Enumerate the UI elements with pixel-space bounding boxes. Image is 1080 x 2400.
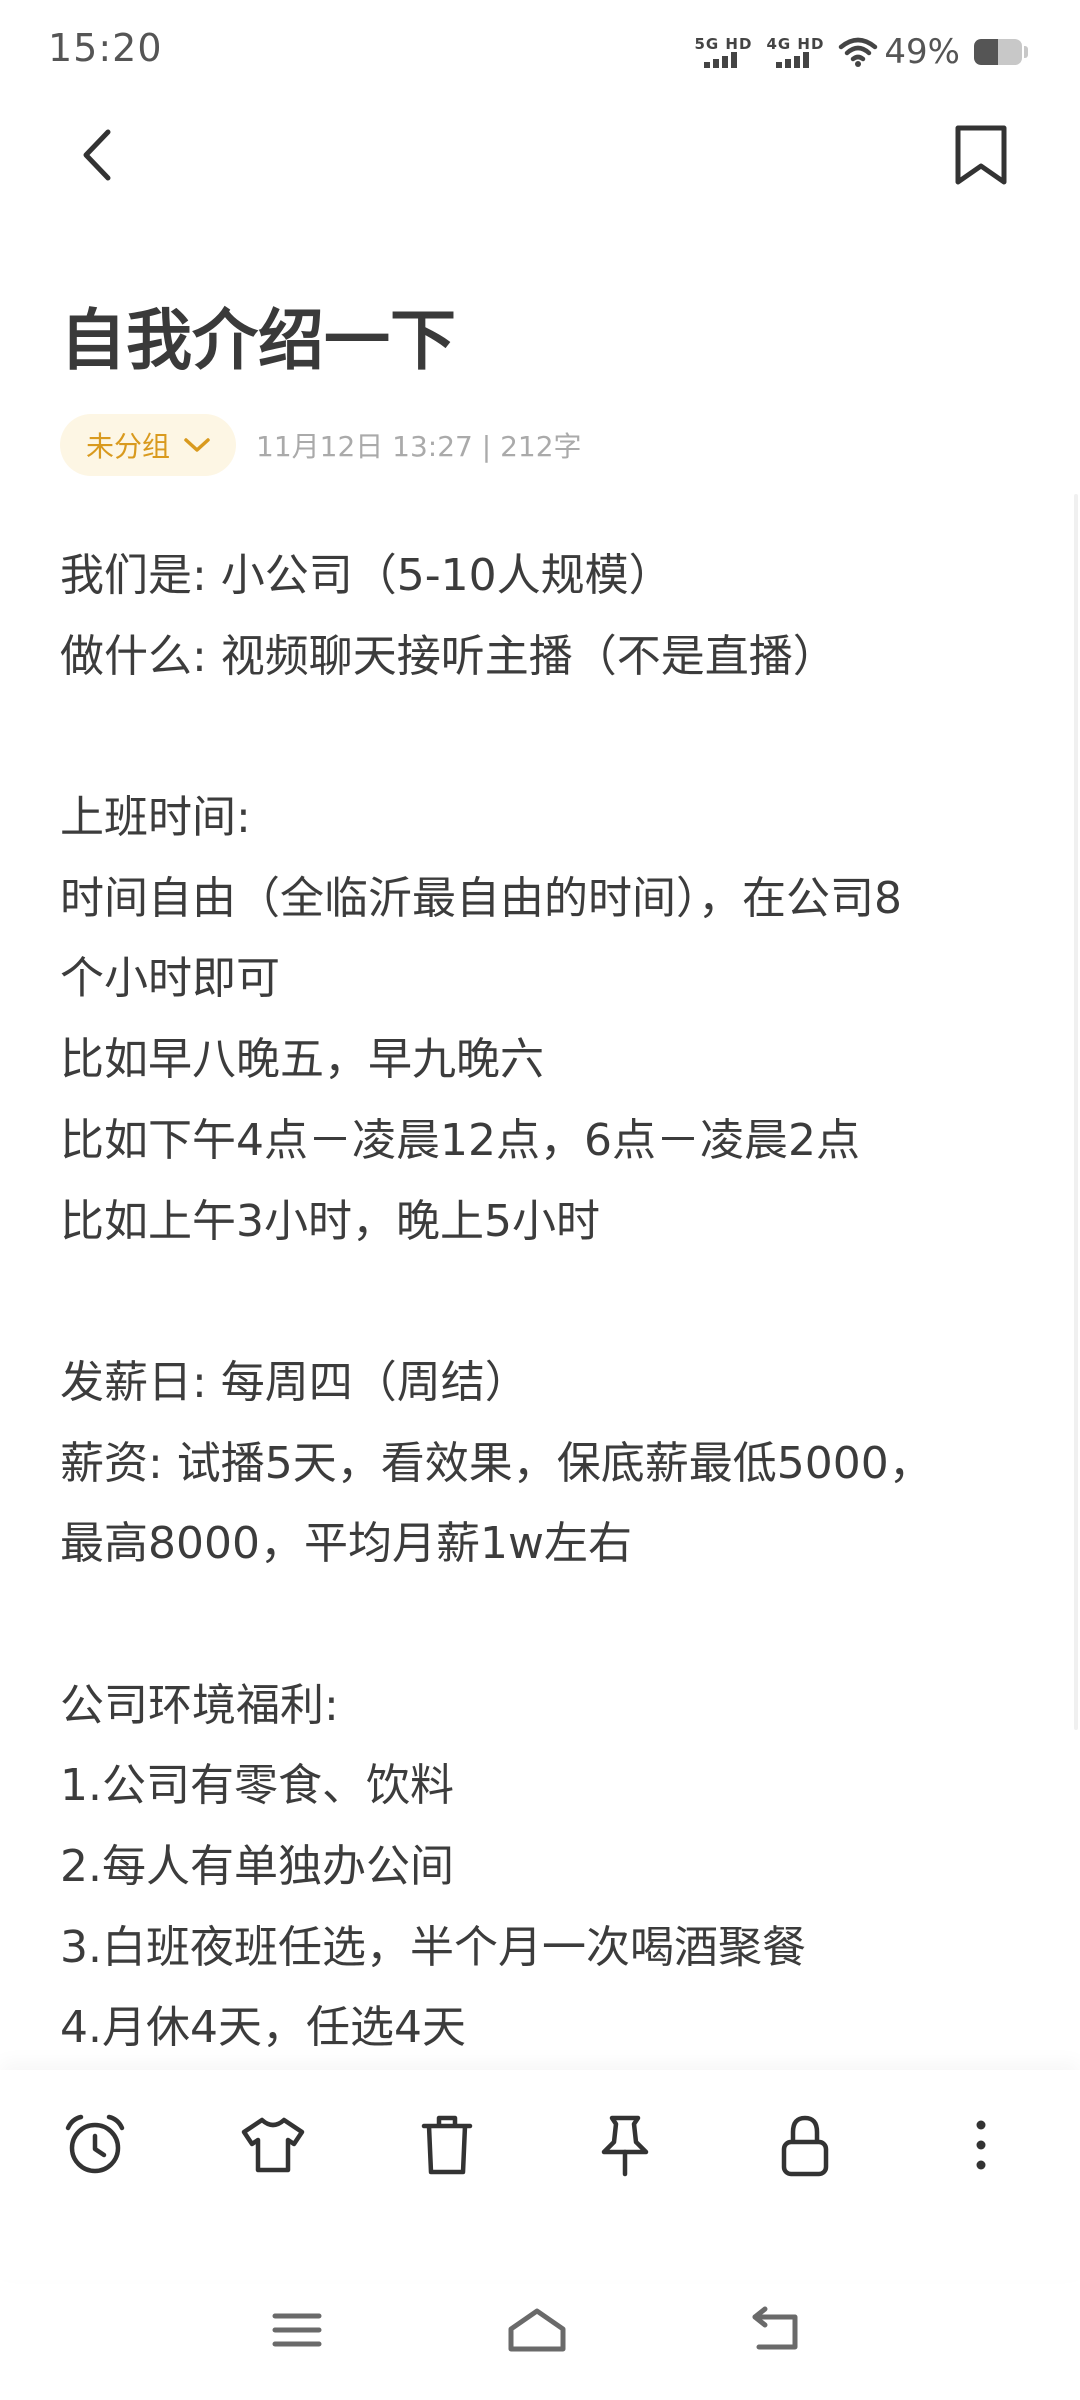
note-line: 比如下午4点－凌晨12点，6点－凌晨2点 bbox=[60, 1114, 860, 1166]
note-line: 个小时即可 bbox=[60, 953, 280, 1005]
delete-button[interactable] bbox=[412, 2110, 482, 2180]
wifi-icon bbox=[839, 37, 878, 67]
bottom-toolbar bbox=[0, 2070, 1080, 2280]
network-5g-label: 5G HD bbox=[694, 35, 753, 53]
note-line: 比如早八晚五，早九晚六 bbox=[60, 1034, 544, 1086]
network-5g-indicator: 5G HD bbox=[694, 36, 752, 68]
note-line: 比如上午3小时，晚上5小时 bbox=[60, 1195, 600, 1247]
note-line: 4.月休4天，任选4天 bbox=[60, 2002, 466, 2054]
note-line: 1.公司有零食、饮料 bbox=[60, 1760, 454, 1812]
recent-apps-button[interactable] bbox=[262, 2300, 332, 2360]
navigation-bar bbox=[0, 2280, 1080, 2400]
note-line: 发薪日: 每周四（周结） bbox=[60, 1356, 529, 1408]
note-line: 薪资: 试播5天，看效果，保底薪最低5000， bbox=[60, 1437, 933, 1489]
signal-bars-icon bbox=[776, 52, 812, 68]
note-meta: 11月12日 13:27 | 212字 bbox=[256, 430, 582, 463]
status-bar: 15:20 5G HD 4G HD 49% bbox=[0, 0, 1080, 100]
note-line: 我们是: 小公司（5-10人规模） bbox=[60, 550, 673, 601]
battery-percent: 49% bbox=[884, 32, 960, 72]
shirt-icon bbox=[241, 2117, 305, 2173]
more-button[interactable] bbox=[946, 2110, 1016, 2180]
back-button[interactable] bbox=[68, 120, 124, 190]
home-icon bbox=[508, 2308, 566, 2352]
reminder-button[interactable] bbox=[60, 2110, 130, 2180]
note-line: 上班时间: bbox=[60, 792, 251, 844]
network-4g-label: 4G HD bbox=[766, 35, 825, 53]
note-line: 3.白班夜班任选，半个月一次喝酒聚餐 bbox=[60, 1921, 806, 1973]
signal-bars-icon bbox=[704, 52, 740, 68]
note-meta-row: 未分组 11月12日 13:27 | 212字 bbox=[60, 414, 582, 476]
battery-level bbox=[974, 39, 998, 65]
lock-icon bbox=[781, 2115, 829, 2177]
note-line: 时间自由（全临沂最自由的时间），在公司8 bbox=[60, 872, 902, 924]
menu-icon bbox=[272, 2313, 322, 2347]
more-vertical-icon bbox=[976, 2120, 986, 2170]
battery-tip bbox=[1024, 46, 1028, 58]
back-icon bbox=[752, 2306, 798, 2350]
chevron-left-icon bbox=[83, 129, 111, 181]
group-selector[interactable]: 未分组 bbox=[60, 414, 237, 476]
network-4g-indicator: 4G HD bbox=[766, 36, 824, 68]
note-title[interactable]: 自我介绍一下 bbox=[60, 296, 456, 386]
pin-button[interactable] bbox=[590, 2110, 660, 2180]
home-button[interactable] bbox=[502, 2300, 572, 2360]
note-line: 2.每人有单独办公间 bbox=[60, 1841, 454, 1892]
trash-icon bbox=[421, 2115, 473, 2175]
note-body[interactable]: 我们是: 小公司（5-10人规模） 做什么: 视频聊天接听主播（不是直播） 上班时间… bbox=[60, 536, 1020, 2069]
alarm-clock-icon bbox=[65, 2114, 125, 2174]
lock-button[interactable] bbox=[770, 2110, 840, 2180]
note-line: 公司环境福利: bbox=[60, 1679, 339, 1731]
pin-icon bbox=[601, 2115, 649, 2177]
note-line: 最高8000，平均月薪1w左右 bbox=[60, 1518, 632, 1570]
back-nav-button[interactable] bbox=[742, 2300, 812, 2360]
status-time: 15:20 bbox=[48, 26, 163, 70]
group-label: 未分组 bbox=[86, 430, 171, 463]
scrollbar[interactable] bbox=[1074, 494, 1078, 1730]
status-indicators: 5G HD 4G HD 49% bbox=[694, 30, 1028, 74]
theme-button[interactable] bbox=[238, 2110, 308, 2180]
bookmark-button[interactable] bbox=[950, 120, 1012, 190]
bookmark-icon bbox=[955, 125, 1007, 185]
chevron-down-icon bbox=[184, 438, 210, 452]
battery-icon bbox=[974, 39, 1022, 65]
note-line: 做什么: 视频聊天接听主播（不是直播） bbox=[60, 630, 837, 682]
